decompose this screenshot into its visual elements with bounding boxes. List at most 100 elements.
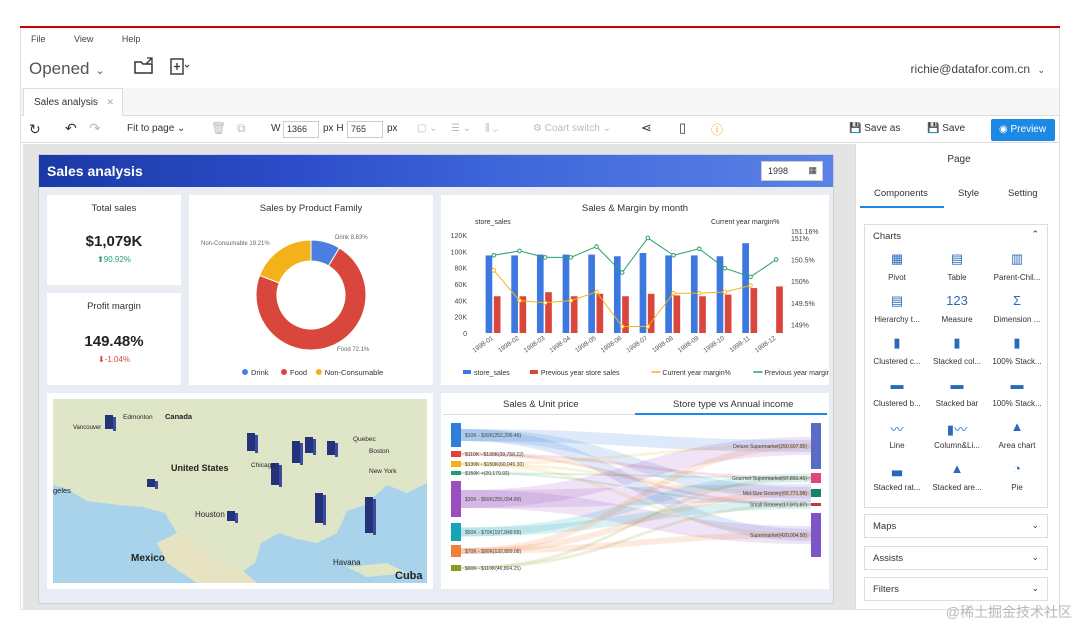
maps-section[interactable]: Maps ⌄ (864, 514, 1048, 538)
margin-point (748, 274, 753, 280)
chart-type-label: Stacked are... (932, 483, 982, 492)
y2-tick-label: 150% (791, 279, 809, 286)
height-input[interactable]: 765 (347, 121, 383, 138)
sales-bar-marker (155, 481, 158, 489)
chart-type-icon: 123 (946, 293, 968, 308)
chart-type-line[interactable]: 〰 Line (867, 419, 927, 450)
layer-icon[interactable]: ▢ ⌄ (417, 123, 438, 134)
sankey-left-label: $130K - $150K(60,045.30) (465, 462, 524, 468)
share-icon[interactable]: ⋖ (641, 120, 652, 136)
bar-previous-sales (776, 286, 783, 333)
chart-type-stacked-col-[interactable]: ▮ Stacked col... (927, 335, 987, 366)
delete-icon[interactable]: 🗑 (211, 121, 226, 135)
year-filter[interactable]: 1998 ▦ (761, 161, 823, 181)
chevron-down-icon: ⌄ (1031, 520, 1039, 530)
bar-store-sales (536, 254, 544, 333)
chart-type-label: Pivot (888, 273, 906, 282)
sankey-node-left (451, 471, 461, 475)
chart-type-stacked-are-[interactable]: ▲ Stacked are... (927, 461, 987, 492)
copy-icon[interactable]: ⧉ (237, 121, 246, 136)
total-sales-title: Total sales (91, 203, 137, 214)
map-place-label: Cuba (395, 570, 423, 582)
chart-type-dimension-[interactable]: Σ Dimension ... (987, 293, 1047, 324)
chart-type-clustered-c-[interactable]: ▮ Clustered c... (867, 335, 927, 366)
chart-type-stacked-bar[interactable]: ▬ Stacked bar (927, 377, 987, 408)
chart-type-measure[interactable]: 123 Measure (927, 293, 987, 324)
width-input[interactable]: 1366 (283, 121, 319, 138)
tab-style[interactable]: Style (958, 188, 979, 199)
chevron-up-icon[interactable]: ⌃ (1031, 229, 1039, 240)
legend-label: Food (290, 368, 307, 377)
map-place-label: Canada (165, 412, 193, 421)
dashboard-title: Sales analysis (47, 163, 143, 179)
legend-label: Drink (251, 368, 269, 377)
tab-components[interactable]: Components (874, 188, 928, 199)
tab-sales-analysis[interactable]: Sales analysis ✕ (23, 88, 123, 116)
chart-type-label: Stacked bar (935, 399, 979, 408)
mobile-icon[interactable]: ▯ (679, 120, 686, 136)
sales-bar-marker (113, 417, 116, 431)
x-tick-label: 1998-02 (497, 335, 521, 355)
chart-type-area-chart[interactable]: ▲ Area chart (987, 419, 1047, 450)
sales-bar-marker (305, 437, 313, 453)
legend-swatch (315, 369, 322, 375)
align-icon[interactable]: ☰ ⌄ (451, 123, 471, 134)
assists-section[interactable]: Assists ⌄ (864, 546, 1048, 570)
tab-setting[interactable]: Setting (1008, 188, 1038, 199)
menu-view[interactable]: View (74, 34, 93, 44)
sankey-node-left (451, 545, 461, 557)
refresh-icon[interactable]: ↻ (29, 121, 41, 138)
coarse-switch[interactable]: ⚙ Coart switch ⌄ (533, 123, 611, 134)
distribute-icon[interactable]: ⫼ ⌄ (485, 123, 498, 134)
opened-dropdown[interactable]: Opened ⌄ (29, 59, 105, 79)
chart-type-hierarchy-t-[interactable]: ▤ Hierarchy t... (867, 293, 927, 324)
filters-section[interactable]: Filters ⌄ (864, 577, 1048, 601)
margin-point (568, 298, 574, 303)
map-place-label: Quebec (353, 436, 377, 443)
chart-type-column-li-[interactable]: ▮〰 Column&Li... (927, 419, 987, 450)
y-tick-label: 0 (463, 331, 467, 338)
x-tick-label: 1998-11 (728, 335, 751, 354)
coarse-label: Coart switch (544, 123, 600, 134)
chart-type-clustered-b-[interactable]: ▬ Clustered b... (867, 377, 927, 408)
close-icon[interactable]: ✕ (106, 97, 114, 108)
map-place-label: geles (53, 486, 71, 495)
sales-bar-marker (255, 435, 258, 453)
combo-chart: store_sales Current year margin% 120K 100K 8… (451, 219, 829, 377)
fit-to-page-select[interactable]: Fit to page ⌄ (127, 123, 185, 134)
chart-type-icon: ▦ (890, 251, 904, 266)
save-as-button[interactable]: 💾 Save as (849, 123, 900, 134)
map-place-label: Chicago (251, 462, 275, 469)
bar-store-sales (639, 252, 647, 333)
chart-type-parent-chil-[interactable]: ▥ Parent-Chil... (987, 251, 1047, 282)
redo-icon[interactable]: ↷ (89, 120, 101, 137)
axis-label-left: store_sales (475, 219, 511, 226)
fit-label: Fit to page (127, 123, 175, 134)
bar-previous-sales (750, 288, 758, 333)
sankey-node-left (451, 423, 461, 447)
sankey-left-label: $70K - $90K(132,889.08) (465, 549, 521, 555)
undo-icon[interactable]: ↶ (65, 120, 77, 137)
chart-type-table[interactable]: ▤ Table (927, 251, 987, 282)
chart-type-label: Parent-Chil... (993, 273, 1041, 282)
new-file-icon[interactable] (169, 56, 191, 81)
map-visual[interactable]: Edmonton Canada Vancouver United States Chic… (47, 393, 433, 589)
margin-point (594, 289, 599, 295)
menu-help[interactable]: Help (122, 34, 141, 44)
save-button[interactable]: 💾 Save (927, 123, 965, 134)
chart-type-label: Pie (1011, 483, 1023, 492)
menu-file[interactable]: File (31, 34, 46, 44)
info-icon[interactable]: ⓘ (711, 121, 723, 138)
chevron-down-icon: ⌄ (95, 65, 105, 77)
tab-label: Sales analysis (34, 97, 98, 108)
chart-type-pivot[interactable]: ▦ Pivot (867, 251, 927, 282)
chart-type-pie[interactable]: ◔ Pie (987, 461, 1047, 492)
chart-type-stacked-rat-[interactable]: ▃ Stacked rat... (867, 461, 927, 492)
year-value: 1998 (768, 166, 789, 176)
preview-button[interactable]: ◉ Preview (991, 119, 1055, 141)
margin-point (696, 290, 702, 296)
chart-type-100-stack-[interactable]: ▬ 100% Stack... (987, 377, 1047, 408)
chart-type-100-stack-[interactable]: ▮ 100% Stack... (987, 335, 1047, 366)
user-account-menu[interactable]: richie@datafor.com.cn ⌄ (911, 62, 1045, 76)
open-folder-icon[interactable] (133, 56, 155, 81)
